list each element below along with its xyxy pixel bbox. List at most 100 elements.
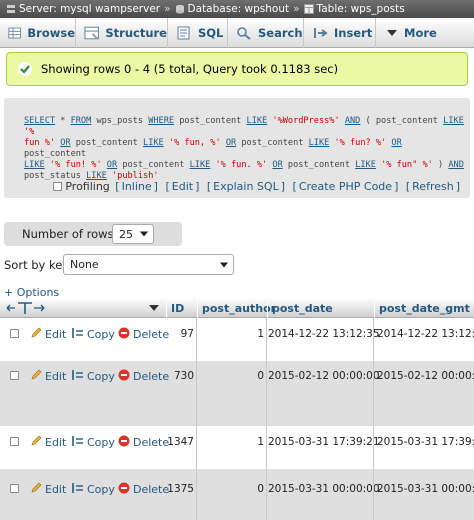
tab-label: Structure bbox=[105, 26, 167, 40]
delete-icon bbox=[118, 327, 133, 342]
breadcrumb-server[interactable]: Server: mysql wampserver bbox=[19, 3, 160, 15]
edit-row-button[interactable]: Edit bbox=[30, 435, 66, 450]
bracket: ] bbox=[280, 180, 286, 193]
edit-row-button[interactable]: Edit bbox=[30, 482, 66, 497]
sql-keyword[interactable]: AND bbox=[448, 160, 464, 170]
number-of-rows-label: Number of rows: bbox=[22, 227, 118, 241]
column-header-id[interactable]: ID bbox=[166, 298, 198, 318]
edit-label: Edit bbox=[45, 483, 67, 496]
edit-row-button[interactable]: Edit bbox=[30, 369, 66, 384]
column-divider bbox=[196, 318, 197, 520]
sql-text: post_content bbox=[117, 160, 190, 170]
sql-keyword[interactable]: OR bbox=[60, 138, 70, 148]
delete-icon bbox=[118, 369, 133, 384]
explain-sql-link[interactable]: Explain SQL bbox=[213, 180, 279, 193]
sql-keyword[interactable]: LIKE bbox=[443, 116, 464, 126]
copy-label: Copy bbox=[87, 328, 115, 341]
cell-post-date-gmt: 2015-03-31 00:00:00 bbox=[377, 483, 474, 495]
sql-keyword[interactable]: OR bbox=[107, 160, 117, 170]
sql-keyword[interactable]: AND bbox=[345, 116, 361, 126]
copy-icon bbox=[70, 369, 87, 384]
sort-by-key-select[interactable]: None bbox=[63, 254, 234, 275]
sql-keyword[interactable]: LIKE bbox=[247, 116, 268, 126]
chevron-down-icon bbox=[387, 30, 397, 36]
copy-row-button[interactable]: Copy bbox=[70, 327, 115, 342]
sql-keyword[interactable]: LIKE bbox=[143, 138, 164, 148]
cell-post-author: 0 bbox=[257, 483, 264, 495]
chevron-down-icon bbox=[220, 262, 228, 267]
sql-icon bbox=[177, 26, 190, 40]
breadcrumb-database[interactable]: Database: wpshout bbox=[188, 3, 290, 15]
copy-row-button[interactable]: Copy bbox=[70, 482, 115, 497]
create-php-code-link[interactable]: Create PHP Code bbox=[299, 180, 392, 193]
copy-row-button[interactable]: Copy bbox=[70, 369, 115, 384]
sql-keyword[interactable]: WHERE bbox=[148, 116, 174, 126]
copy-icon bbox=[70, 435, 87, 450]
inline-link[interactable]: Inline bbox=[122, 180, 152, 193]
edit-label: Edit bbox=[45, 436, 67, 449]
pencil-icon bbox=[30, 327, 45, 342]
sql-string: '% bbox=[24, 127, 35, 137]
tab-label: Search bbox=[258, 26, 303, 40]
column-divider bbox=[266, 318, 267, 520]
sql-keyword[interactable]: OR bbox=[391, 138, 401, 148]
row-checkbox[interactable] bbox=[10, 371, 19, 380]
edit-row-button[interactable]: Edit bbox=[30, 327, 66, 342]
copy-row-button[interactable]: Copy bbox=[70, 435, 115, 450]
number-of-rows-select[interactable]: 25 bbox=[112, 224, 154, 244]
table-row: Edit Copy Delete 97 1 2014-12-22 13:12:35 2014… bbox=[0, 318, 474, 361]
pencil-icon bbox=[30, 435, 45, 450]
database-icon bbox=[175, 4, 184, 14]
column-header-post-date[interactable]: post_date bbox=[267, 298, 374, 318]
number-of-rows-value: 25 bbox=[119, 227, 133, 241]
cell-post-author: 1 bbox=[257, 328, 264, 340]
column-header-post-author[interactable]: post_author bbox=[197, 298, 276, 318]
sql-query-box: SELECT * FROM wps_posts WHERE post_conte… bbox=[4, 98, 470, 198]
sql-keyword[interactable]: LIKE bbox=[355, 160, 376, 170]
bracket: ] bbox=[455, 180, 460, 193]
bracket: ] bbox=[153, 180, 158, 193]
tab-search[interactable]: Search bbox=[228, 18, 304, 48]
sql-links: Profiling [Inline] [Edit] [Explain SQL] … bbox=[53, 180, 462, 193]
row-checkbox[interactable] bbox=[10, 484, 19, 493]
sql-string: '% fun! %' bbox=[44, 160, 107, 170]
sql-keyword[interactable]: LIKE bbox=[24, 160, 45, 170]
sql-keyword[interactable]: LIKE bbox=[309, 138, 330, 148]
pencil-icon bbox=[30, 482, 45, 497]
profiling-checkbox[interactable] bbox=[53, 182, 63, 191]
refresh-link[interactable]: Refresh bbox=[412, 180, 454, 193]
profiling-label: Profiling bbox=[65, 180, 110, 193]
tab-structure[interactable]: Structure bbox=[76, 18, 168, 48]
tab-more[interactable]: More bbox=[376, 18, 474, 48]
cell-post-date: 2015-03-31 00:00:00 bbox=[268, 483, 380, 495]
sql-keyword[interactable]: OR bbox=[226, 138, 236, 148]
tab-browse[interactable]: Browse bbox=[0, 18, 76, 48]
tab-insert[interactable]: Insert bbox=[304, 18, 376, 48]
cell-post-author: 0 bbox=[257, 370, 264, 382]
breadcrumb-separator: » bbox=[293, 3, 300, 15]
sql-keyword[interactable]: OR bbox=[272, 160, 282, 170]
chevron-down-icon[interactable] bbox=[148, 304, 160, 312]
edit-sql-link[interactable]: Edit bbox=[172, 180, 193, 193]
row-checkbox[interactable] bbox=[10, 329, 19, 338]
sql-string: '% fun? %' bbox=[329, 138, 392, 148]
sql-keyword[interactable]: FROM bbox=[71, 116, 92, 126]
bracket: [ bbox=[165, 180, 170, 193]
column-header-post-date-gmt[interactable]: post_date_gmt bbox=[374, 298, 474, 318]
cell-id: 1347 bbox=[167, 436, 194, 448]
breadcrumb-table[interactable]: Table: wps_posts bbox=[317, 3, 405, 15]
cell-post-date: 2015-02-12 00:00:00 bbox=[268, 370, 380, 382]
sql-text: post_content bbox=[174, 116, 247, 126]
chevron-down-icon bbox=[140, 231, 148, 237]
tab-sql[interactable]: SQL bbox=[168, 18, 228, 48]
table-row: Edit Copy Delete 730 0 2015-02-12 00:00:00 201… bbox=[0, 361, 474, 426]
row-checkbox[interactable] bbox=[10, 437, 19, 446]
sql-text: post_content bbox=[236, 138, 309, 148]
sql-text: wps_posts bbox=[91, 116, 149, 126]
delete-icon bbox=[118, 482, 133, 497]
column-arrows-icon[interactable] bbox=[6, 301, 46, 315]
sql-keyword[interactable]: LIKE bbox=[190, 160, 211, 170]
sql-keyword[interactable]: SELECT bbox=[24, 116, 55, 126]
edit-label: Edit bbox=[45, 370, 67, 383]
copy-icon bbox=[70, 482, 87, 497]
